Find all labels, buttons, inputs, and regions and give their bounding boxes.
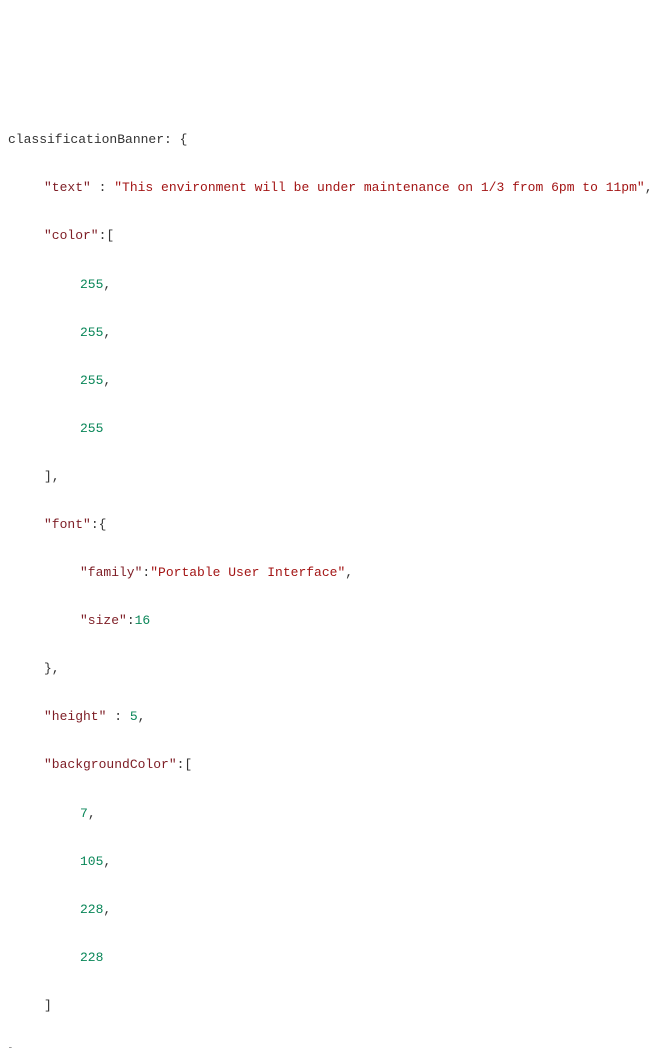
code-line: classificationBanner: { xyxy=(8,128,657,152)
json-number: 228 xyxy=(80,902,103,917)
code-line: 255, xyxy=(8,321,657,345)
json-key: "color" xyxy=(44,228,99,243)
code-line: "color":[ xyxy=(8,224,657,248)
bracket-close: ], xyxy=(44,469,60,484)
code-line: }, xyxy=(8,1042,657,1048)
code-line: "size":16 xyxy=(8,609,657,633)
comma: , xyxy=(103,854,111,869)
json-number: 255 xyxy=(80,325,103,340)
code-line: ] xyxy=(8,994,657,1018)
bracket-close: ] xyxy=(44,998,52,1013)
json-key: "family" xyxy=(80,565,142,580)
code-line: "font":{ xyxy=(8,513,657,537)
brace-close: }, xyxy=(8,1046,24,1048)
brace-open: : { xyxy=(164,132,187,147)
json-string: "This environment will be under maintena… xyxy=(114,180,645,195)
comma: , xyxy=(103,373,111,388)
brace-close: }, xyxy=(44,661,60,676)
comma: , xyxy=(103,277,111,292)
code-line: "family":"Portable User Interface", xyxy=(8,561,657,585)
comma: , xyxy=(645,180,653,195)
code-line: "text" : "This environment will be under… xyxy=(8,176,657,200)
comma: , xyxy=(103,902,111,917)
json-number: 7 xyxy=(80,806,88,821)
json-number: 228 xyxy=(80,950,103,965)
json-key: "text" xyxy=(44,180,91,195)
json-number: 255 xyxy=(80,373,103,388)
colon: : xyxy=(127,613,135,628)
json-number: 105 xyxy=(80,854,103,869)
brace-open: :{ xyxy=(91,517,107,532)
code-line: 7, xyxy=(8,802,657,826)
code-line: ], xyxy=(8,465,657,489)
json-number: 16 xyxy=(135,613,151,628)
comma: , xyxy=(103,325,111,340)
comma: , xyxy=(88,806,96,821)
json-string: "Portable User Interface" xyxy=(150,565,345,580)
bracket-open: :[ xyxy=(177,757,193,772)
code-line: "height" : 5, xyxy=(8,705,657,729)
json-number: 255 xyxy=(80,277,103,292)
json-key: "backgroundColor" xyxy=(44,757,177,772)
bracket-open: :[ xyxy=(99,228,115,243)
code-line: 255 xyxy=(8,417,657,441)
code-line: "backgroundColor":[ xyxy=(8,753,657,777)
object-key: classificationBanner xyxy=(8,132,164,147)
json-key: "height" xyxy=(44,709,106,724)
comma: , xyxy=(345,565,353,580)
colon: : xyxy=(106,709,129,724)
json-number: 5 xyxy=(130,709,138,724)
colon: : xyxy=(91,180,114,195)
code-line: 105, xyxy=(8,850,657,874)
json-key: "size" xyxy=(80,613,127,628)
code-line: 228 xyxy=(8,946,657,970)
json-number: 255 xyxy=(80,421,103,436)
code-line: 255, xyxy=(8,369,657,393)
comma: , xyxy=(138,709,146,724)
code-block: classificationBanner: { "text" : "This e… xyxy=(8,104,657,1048)
json-key: "font" xyxy=(44,517,91,532)
code-line: 255, xyxy=(8,273,657,297)
colon: : xyxy=(142,565,150,580)
code-line: 228, xyxy=(8,898,657,922)
code-line: }, xyxy=(8,657,657,681)
